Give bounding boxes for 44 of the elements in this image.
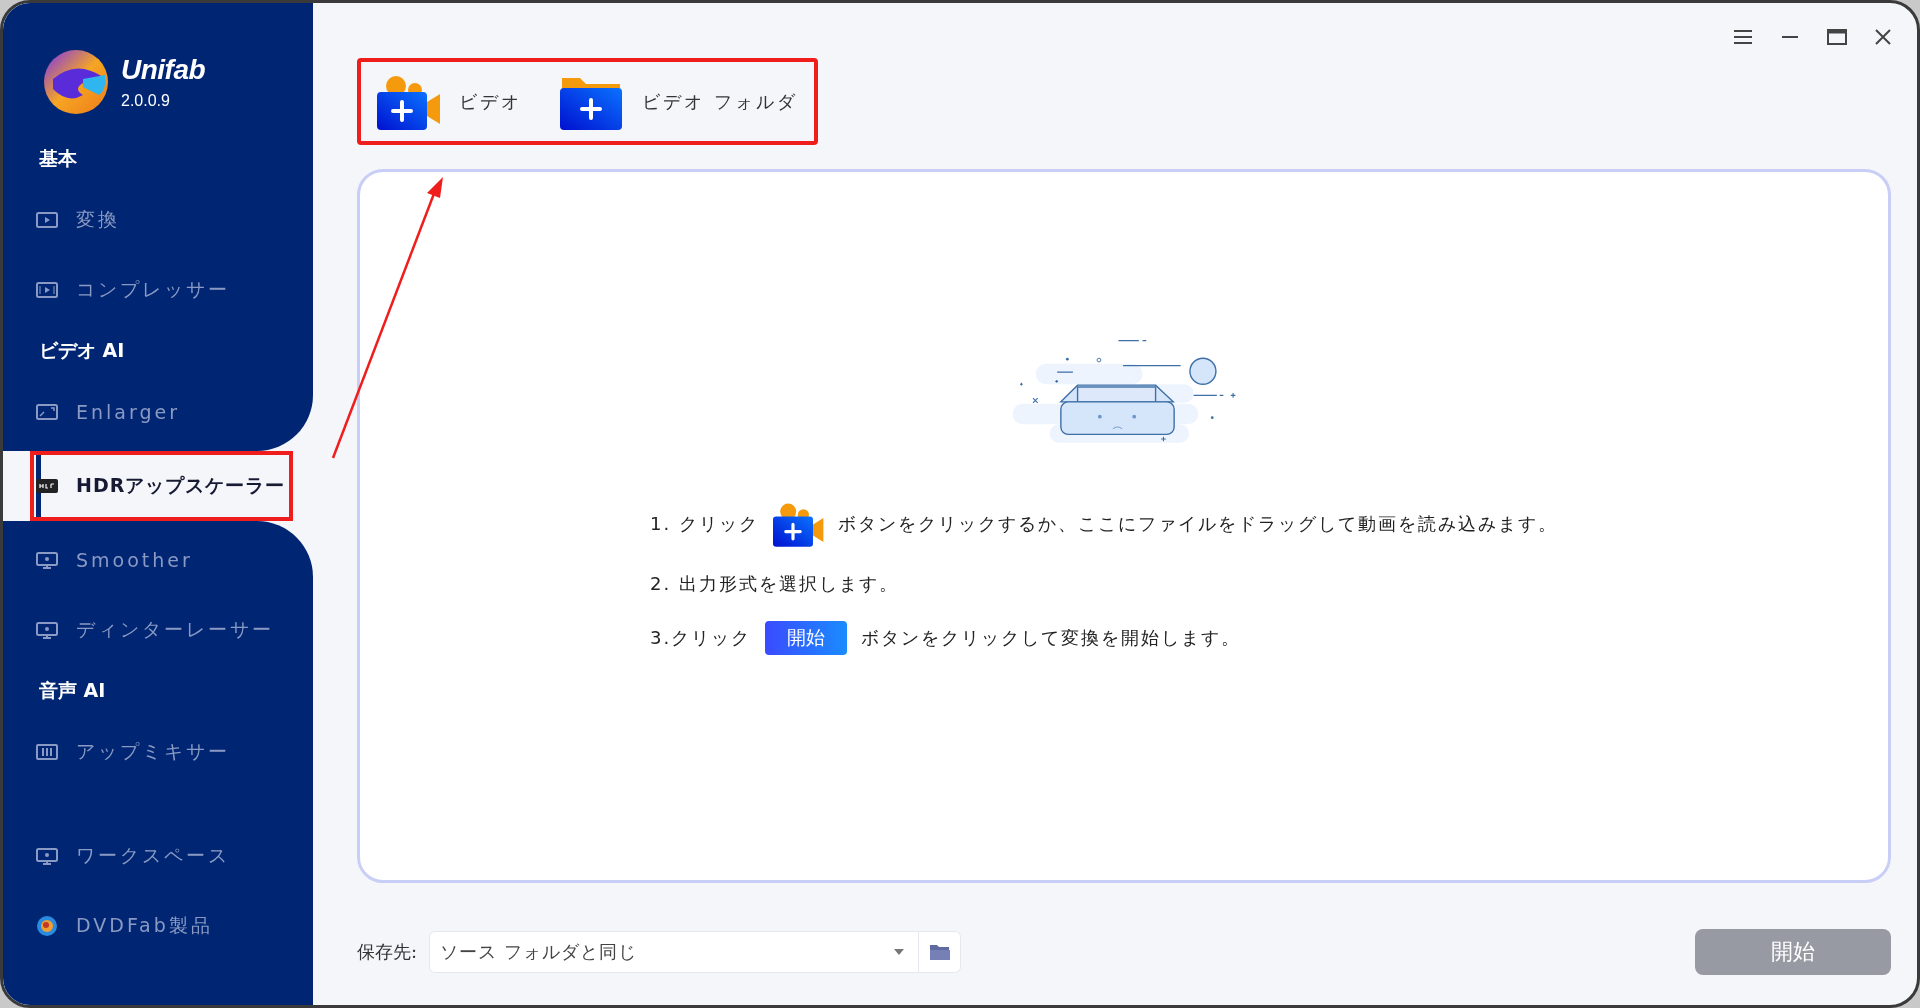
menu-icon[interactable] — [1733, 29, 1753, 45]
sidebar-item[interactable]: ワークスペース — [3, 821, 313, 891]
add-video-button[interactable]: ビデオ — [373, 69, 526, 134]
sidebar-item[interactable]: 変換 — [3, 185, 313, 255]
sidebar-item[interactable]: HDRアップスケーラー — [30, 451, 293, 521]
sidebar-item[interactable]: Smoother — [3, 525, 313, 595]
video-camera-plus-icon — [377, 73, 441, 130]
sidebar-item[interactable]: アップミキサー — [3, 717, 313, 787]
app-name: Unifab — [121, 54, 206, 86]
instruction-text: ボタンをクリックするか、ここにファイルをドラッグして動画を読み込みます。 — [838, 512, 1559, 537]
start-badge: 開始 — [765, 620, 848, 655]
video-camera-plus-icon — [772, 502, 825, 547]
sidebar-item[interactable]: コンプレッサー — [3, 255, 313, 325]
drop-zone[interactable]: 1. クリック ボタンをクリックするか、ここにファイルをドラッグして動画を読み込みます。 2. 出力形式を選択します。 3.クリック 開始 ボタンをクリックして変換を開始します。 — [357, 169, 1891, 883]
monitor-icon — [36, 551, 58, 569]
caret-icon — [894, 949, 905, 955]
sidebar-item[interactable]: Enlarger — [3, 377, 313, 447]
add-folder-button[interactable]: ビデオ フォルダ — [556, 69, 802, 134]
app-version: 2.0.0.9 — [121, 92, 171, 110]
monitor-icon — [36, 621, 58, 639]
output-folder-dropdown[interactable]: ソース フォルダと同じ — [429, 931, 920, 973]
close-icon[interactable] — [1875, 29, 1891, 45]
sidebar-item[interactable]: ディンターレーサー — [3, 595, 313, 665]
minimize-icon[interactable] — [1781, 35, 1799, 39]
dvdfab-logo-icon — [36, 915, 58, 937]
monitor-icon — [36, 847, 58, 865]
browse-folder-button[interactable] — [919, 931, 962, 973]
hdr-icon — [36, 477, 58, 495]
instruction-text: 1. クリック — [649, 512, 759, 537]
section-heading: ビデオ AI — [38, 338, 125, 363]
section-heading: 基本 — [38, 146, 77, 171]
expand-frame-icon — [36, 403, 58, 421]
play-box-icon — [36, 211, 58, 229]
maximize-icon[interactable] — [1827, 29, 1847, 45]
sidebar-item[interactable]: DVDFab製品 — [3, 891, 313, 961]
folder-icon — [928, 943, 951, 961]
instruction-text: 2. 出力形式を選択します。 — [649, 571, 899, 596]
instruction-text: 3.クリック — [649, 625, 752, 650]
section-heading: 音声 AI — [38, 678, 106, 703]
instruction-text: ボタンをクリックして変換を開始します。 — [861, 625, 1242, 650]
film-play-icon — [36, 281, 58, 299]
save-label: 保存先: — [357, 940, 418, 964]
app-logo-icon — [43, 49, 109, 115]
equalizer-icon — [36, 743, 58, 761]
